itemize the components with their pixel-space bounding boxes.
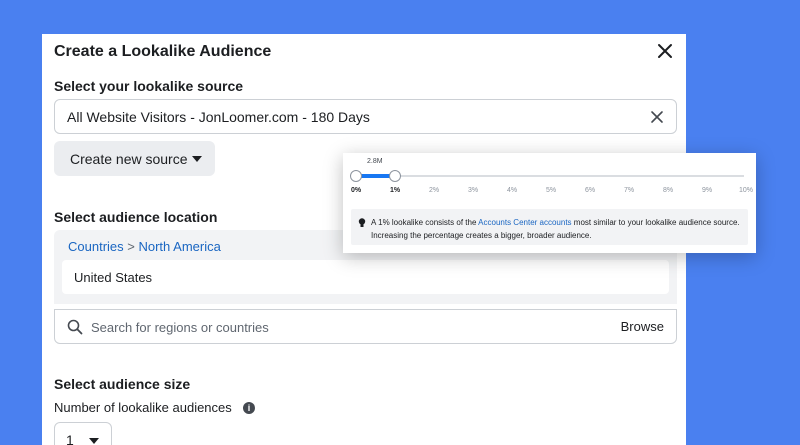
slider-tick: 0% — [350, 187, 362, 194]
note-text: A 1% lookalike consists of the Accounts … — [371, 216, 746, 242]
slider-end-handle[interactable] — [389, 170, 401, 182]
breadcrumb: Countries > North America — [68, 239, 221, 254]
breadcrumb-separator: > — [127, 239, 135, 254]
selected-country-row[interactable]: United States — [62, 260, 669, 294]
accounts-center-link[interactable]: Accounts Center accounts — [478, 218, 571, 227]
slider-tick: 9% — [701, 187, 713, 194]
estimated-reach: 2.8M — [367, 158, 383, 165]
lookalike-note: A 1% lookalike consists of the Accounts … — [351, 209, 748, 245]
close-icon[interactable] — [656, 42, 674, 60]
number-of-audiences-label: Number of lookalike audiences — [54, 400, 232, 415]
slider-tick: 1% — [389, 187, 401, 194]
create-new-source-label: Create new source — [70, 151, 188, 167]
location-section-label: Select audience location — [54, 209, 218, 225]
slider-start-handle[interactable] — [350, 170, 362, 182]
source-field[interactable]: All Website Visitors - JonLoomer.com - 1… — [54, 99, 677, 134]
caret-down-icon — [89, 438, 99, 444]
size-section-label: Select audience size — [54, 376, 191, 392]
slider-tick: 5% — [545, 187, 557, 194]
location-search-field[interactable]: Browse — [54, 309, 677, 344]
source-section-label: Select your lookalike source — [54, 78, 244, 94]
slider-tick: 7% — [623, 187, 635, 194]
info-icon[interactable]: i — [243, 402, 255, 414]
number-of-audiences-select[interactable]: 1 — [54, 422, 112, 445]
breadcrumb-countries[interactable]: Countries — [68, 239, 124, 254]
search-icon — [67, 319, 83, 335]
slider-tick: 3% — [467, 187, 479, 194]
slider-tick: 10% — [738, 187, 754, 194]
caret-down-icon — [192, 156, 202, 162]
audience-size-popover: 2.8M 0% 1% 2% 3% 4% 5% 6% 7% 8% 9% 10% A 1% lookal… — [343, 153, 756, 253]
slider-tick: 8% — [662, 187, 674, 194]
modal-title: Create a Lookalike Audience — [54, 43, 272, 60]
source-value: All Website Visitors - JonLoomer.com - 1… — [67, 109, 370, 125]
slider-track[interactable] — [357, 175, 744, 177]
slider-tick: 4% — [506, 187, 518, 194]
location-search-input[interactable] — [91, 318, 571, 336]
number-of-audiences-value: 1 — [66, 432, 74, 445]
note-text-start: A 1% lookalike consists of the — [371, 218, 479, 227]
clear-icon[interactable] — [650, 110, 664, 124]
lightbulb-icon — [358, 218, 366, 227]
create-new-source-button[interactable]: Create new source — [54, 141, 215, 176]
slider-tick: 2% — [428, 187, 440, 194]
browse-link[interactable]: Browse — [621, 319, 664, 334]
selected-country: United States — [74, 270, 153, 285]
slider-tick: 6% — [584, 187, 596, 194]
breadcrumb-north-america[interactable]: North America — [138, 239, 220, 254]
